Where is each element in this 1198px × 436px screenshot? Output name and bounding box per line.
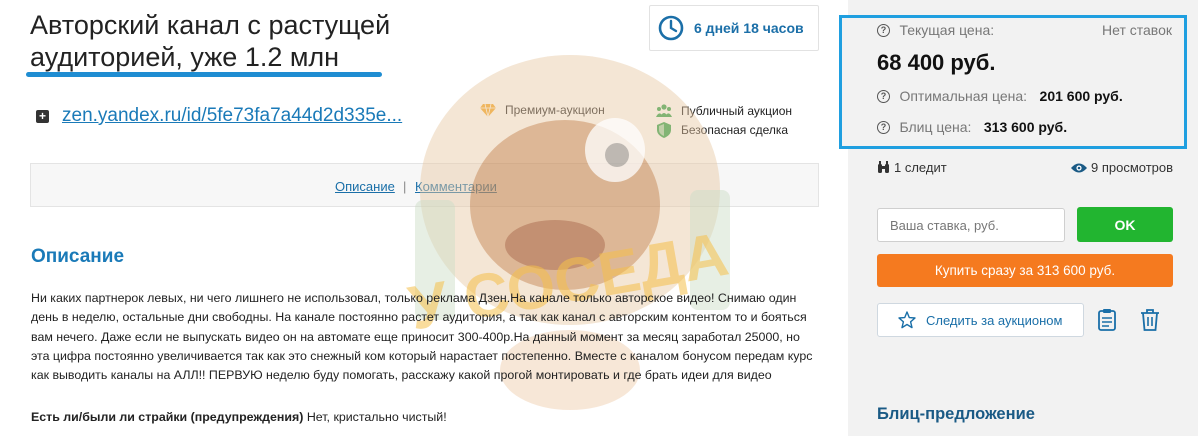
premium-badge: Премиум-аукцион xyxy=(480,102,605,118)
clipboard-icon[interactable] xyxy=(1097,308,1117,332)
current-price-value: 68 400 руб. xyxy=(877,50,996,75)
premium-badge-label: Премиум-аукцион xyxy=(505,103,605,117)
tab-description[interactable]: Описание xyxy=(335,179,395,194)
no-bids-text: Нет ставок xyxy=(1102,22,1172,38)
price-box: ? Текущая цена: Нет ставок 68 400 руб. ?… xyxy=(839,15,1187,149)
current-price-label: Текущая цена: xyxy=(899,22,995,38)
views-stat: 9 просмотров xyxy=(1071,160,1173,175)
lot-title: Авторский канал с растущей аудиторией, у… xyxy=(30,10,391,72)
trash-icon[interactable] xyxy=(1140,308,1160,332)
watchers-count: 1 следит xyxy=(894,160,947,175)
question-icon[interactable]: ? xyxy=(877,121,890,135)
users-icon xyxy=(656,104,672,117)
blitz-price-value: 313 600 руб. xyxy=(983,119,1068,135)
expand-plus-icon[interactable]: + xyxy=(36,109,49,123)
blitz-price-label: Блиц цена: xyxy=(899,119,972,135)
optimal-price-row: ? Оптимальная цена: 201 600 руб. xyxy=(877,88,1123,106)
description-heading: Описание xyxy=(31,246,125,267)
title-highlight-underline xyxy=(26,72,382,77)
tab-comments[interactable]: Комментарии xyxy=(415,179,497,194)
buy-now-button[interactable]: Купить сразу за 313 600 руб. xyxy=(877,254,1173,287)
bid-input[interactable] xyxy=(877,208,1065,242)
blitz-offer-title: Блиц-предложение xyxy=(877,405,1035,423)
ok-button[interactable]: OK xyxy=(1077,207,1173,242)
safe-deal-badge: Безопасная сделка xyxy=(656,122,788,138)
strikes-value: Нет, кристально чистый! xyxy=(306,410,447,424)
tab-separator: | xyxy=(403,179,407,194)
follow-auction-label: Следить за аукционом xyxy=(926,312,1063,328)
star-icon xyxy=(898,311,916,329)
optimal-price-label: Оптимальная цена: xyxy=(899,88,1028,104)
tabs-bar: Описание | Комментарии xyxy=(30,163,819,207)
channel-link[interactable]: zen.yandex.ru/id/5fe73fa7a44d2d335e... xyxy=(62,105,414,127)
shield-icon xyxy=(657,122,671,138)
auction-timer: 6 дней 18 часов xyxy=(649,5,819,51)
current-price-row: ? Текущая цена: xyxy=(877,22,994,40)
link-row: + zen.yandex.ru/id/5fe73fa7a44d2d335e... xyxy=(36,105,414,127)
strikes-line: Есть ли/были ли страйки (предупреждения)… xyxy=(31,410,447,424)
strikes-label: Есть ли/были ли страйки (предупреждения) xyxy=(31,410,304,424)
optimal-price-value: 201 600 руб. xyxy=(1039,88,1123,104)
public-auction-badge: Публичный аукцион xyxy=(656,103,792,119)
binoculars-icon xyxy=(878,161,889,173)
question-icon[interactable]: ? xyxy=(877,90,890,104)
description-text: Ни каких партнерок левых, ни чего лишнег… xyxy=(31,291,813,383)
question-icon[interactable]: ? xyxy=(877,24,890,38)
diamond-icon xyxy=(480,103,496,118)
follow-auction-button[interactable]: Следить за аукционом xyxy=(877,303,1084,337)
watchers-stat: 1 следит xyxy=(877,160,947,175)
views-count: 9 просмотров xyxy=(1091,160,1174,175)
public-auction-label: Публичный аукцион xyxy=(681,104,793,118)
safe-deal-label: Безопасная сделка xyxy=(681,123,789,137)
eye-icon xyxy=(1071,163,1087,172)
timer-text: 6 дней 18 часов xyxy=(694,20,804,36)
blitz-price-row: ? Блиц цена: 313 600 руб. xyxy=(877,119,1067,137)
clock-icon xyxy=(658,15,684,41)
